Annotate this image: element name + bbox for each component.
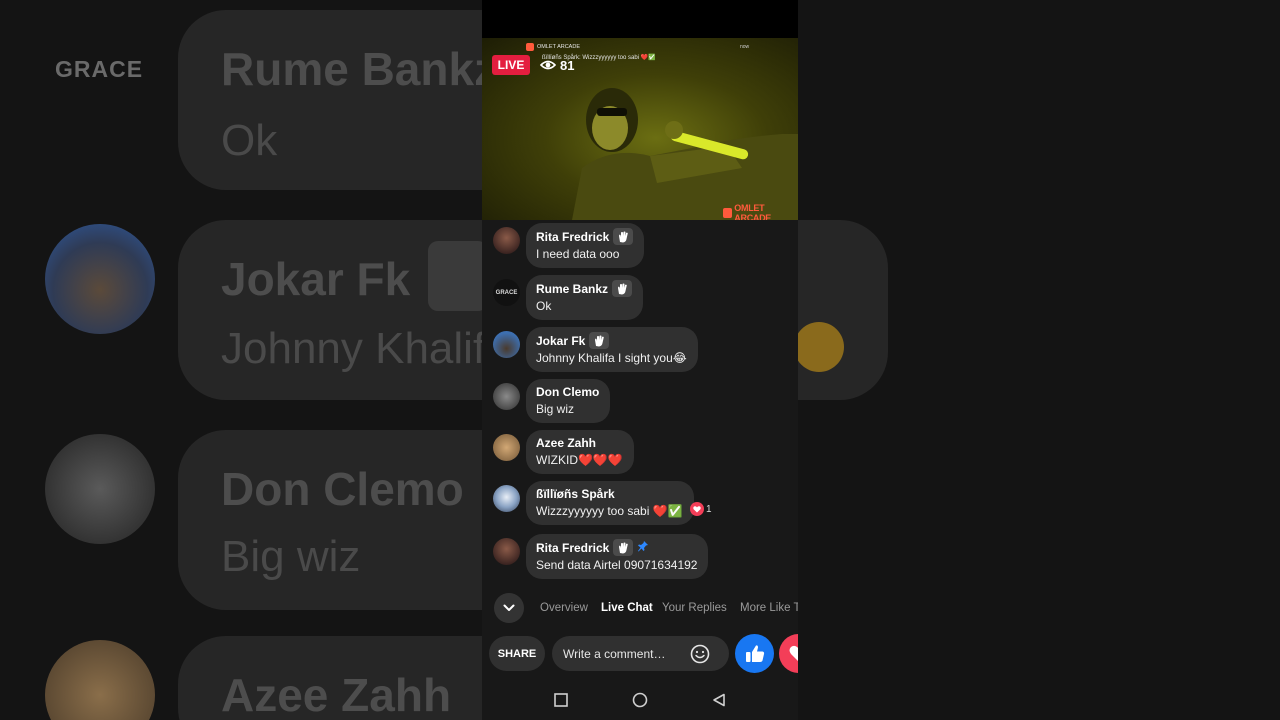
wave-badge-icon <box>589 332 610 349</box>
comment-composer: SHARE <box>482 633 798 675</box>
love-reaction-button[interactable] <box>779 634 798 673</box>
tab-overview[interactable]: Overview <box>540 602 588 614</box>
comment-text: Send data Airtel 09071634192 <box>536 558 698 572</box>
wave-badge-icon <box>612 280 633 297</box>
triangle-back-icon <box>713 693 725 707</box>
commenter-name[interactable]: ßïllïøñs Spårk <box>536 486 615 502</box>
live-badge: LIVE <box>492 55 530 75</box>
commenter-name[interactable]: Rume Bankz <box>536 281 608 297</box>
bg-avatar <box>45 640 155 720</box>
reaction-count: 1 <box>706 503 712 515</box>
stream-overlay-app: OMLET ARCADE <box>526 43 580 51</box>
bg-laugh-emoji <box>794 322 844 372</box>
avatar[interactable] <box>493 331 520 358</box>
avatar[interactable] <box>493 227 520 254</box>
wave-badge-icon <box>613 228 634 245</box>
tab-more-like-this[interactable]: More Like T <box>740 602 798 614</box>
omlet-watermark-text: OMLET ARCADE <box>734 203 771 220</box>
emoji-icon[interactable] <box>689 643 711 665</box>
avatar-logo-text: GRACE <box>495 289 518 296</box>
bg-wave-badge <box>428 241 488 311</box>
square-icon <box>554 693 568 707</box>
bg-avatar <box>45 434 155 544</box>
wave-badge-icon <box>613 539 634 556</box>
pin-icon <box>637 540 649 556</box>
commenter-name[interactable]: Azee Zahh <box>536 435 596 451</box>
circle-icon <box>632 692 648 708</box>
share-button[interactable]: SHARE <box>489 636 545 671</box>
bg-name: Rume Bankz <box>221 43 498 95</box>
avatar[interactable] <box>493 383 520 410</box>
omlet-watermark: OMLET ARCADE <box>723 203 798 220</box>
recents-button[interactable] <box>551 690 571 710</box>
chevron-down-icon <box>503 604 515 611</box>
phone-screen: OMLET ARCADE ßïllïøñs Spårk: Wizzzyyyyyy… <box>482 0 798 720</box>
comment-text: Big wiz <box>536 402 575 416</box>
heart-reaction-icon <box>690 502 704 516</box>
live-chat-list[interactable]: Rita Fredrick I need data ooo GRACE Rume… <box>482 220 798 590</box>
bg-name: Don Clemo <box>221 463 464 515</box>
bg-text: Ok <box>221 116 278 165</box>
chat-bubble[interactable]: Rume Bankz Ok <box>526 275 644 320</box>
comment-input[interactable] <box>563 644 689 664</box>
avatar[interactable] <box>493 538 520 565</box>
chat-bubble[interactable]: Jokar Fk Johnny Khalifa I sight you😂 <box>526 327 698 372</box>
comment-text: Wizzzyyyyyy too sabi ❤️✅ <box>536 504 683 518</box>
chat-bubble[interactable]: Azee Zahh WIZKID❤️❤️❤️ <box>526 430 634 474</box>
comment-text: WIZKID❤️❤️❤️ <box>536 453 623 467</box>
screen: GRACE Rume Bankz Ok Jokar Fk Johnny Khal… <box>0 0 1280 720</box>
reaction-summary[interactable]: 1 <box>690 502 712 516</box>
commenter-name[interactable]: Don Clemo <box>536 384 599 400</box>
home-button[interactable] <box>630 690 650 710</box>
android-nav-bar <box>482 680 798 720</box>
heart-icon <box>789 645 798 661</box>
stream-overlay-time: now <box>740 44 750 50</box>
avatar[interactable] <box>493 434 520 461</box>
collapse-button[interactable] <box>494 593 524 623</box>
omlet-logo-icon <box>526 43 534 51</box>
bg-name: Azee Zahh <box>221 669 452 720</box>
video-tabs: Overview Live Chat Your Replies More Lik… <box>482 591 798 625</box>
commenter-name[interactable]: Rita Fredrick <box>536 229 609 245</box>
tab-live-chat[interactable]: Live Chat <box>601 602 653 614</box>
thumbs-up-icon <box>745 644 764 662</box>
bg-name: Jokar Fk <box>221 253 411 305</box>
chat-bubble[interactable]: Don Clemo Big wiz <box>526 379 611 423</box>
omlet-watermark-icon <box>723 208 733 218</box>
chat-bubble[interactable]: Rita Fredrick Send data Airtel 090716341… <box>526 534 709 579</box>
chat-bubble[interactable]: ßïllïøñs Spårk Wizzzyyyyyy too sabi ❤️✅ <box>526 481 694 525</box>
bg-text: Big wiz <box>221 532 361 581</box>
tab-your-replies[interactable]: Your Replies <box>662 602 727 614</box>
comment-text: Ok <box>536 299 552 313</box>
comment-text: Johnny Khalifa I sight you😂 <box>536 351 687 365</box>
avatar[interactable]: GRACE <box>493 279 520 306</box>
eye-icon <box>540 60 556 70</box>
viewer-count: 81 <box>540 56 574 74</box>
back-button[interactable] <box>709 690 729 710</box>
like-reaction-button[interactable] <box>735 634 774 673</box>
commenter-name[interactable]: Jokar Fk <box>536 333 585 349</box>
bg-logo-text: GRACE <box>54 55 144 82</box>
bg-avatar <box>45 224 155 334</box>
overlay-app-name: OMLET ARCADE <box>537 44 580 50</box>
live-video-player[interactable]: OMLET ARCADE ßïllïøñs Spårk: Wizzzyyyyyy… <box>482 38 798 220</box>
commenter-name[interactable]: Rita Fredrick <box>536 540 609 556</box>
viewer-count-value: 81 <box>560 57 575 73</box>
comment-box[interactable] <box>552 636 729 671</box>
comment-text: I need data ooo <box>536 247 620 261</box>
bg-logo-avatar: GRACE <box>44 14 154 124</box>
status-area <box>482 0 798 38</box>
chat-bubble[interactable]: Rita Fredrick I need data ooo <box>526 223 645 268</box>
avatar[interactable] <box>493 485 520 512</box>
